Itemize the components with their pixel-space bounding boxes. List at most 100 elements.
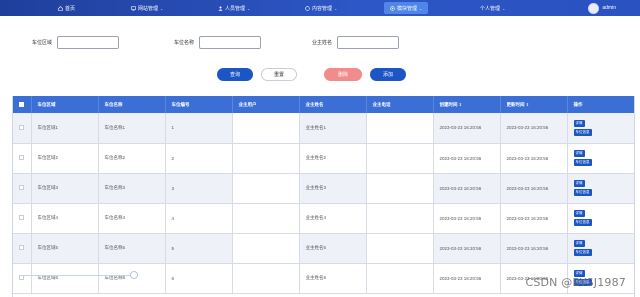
search-panel: 车位区域 车位名称 业主姓名 查询 重置 删除 添加 <box>12 26 634 86</box>
table-row[interactable]: 车位区域5 车位名称5 5 业主姓名5 2023-03-23 16:20:56 2023-… <box>13 233 634 264</box>
table-cell: 车位区域3 <box>31 173 99 204</box>
chevron-down-icon: ⌄ <box>502 5 506 11</box>
column-header: 操作 <box>567 96 634 113</box>
table-row[interactable]: 车位区域2 车位名称2 2 业主姓名2 2023-03-23 16:20:56 2023-… <box>13 143 634 174</box>
row-checkbox[interactable] <box>19 155 24 160</box>
row-checkbox[interactable] <box>19 185 24 190</box>
table-cell: 2023-03-23 16:20:56 <box>500 233 568 264</box>
row-select-cell[interactable] <box>13 113 32 144</box>
detail-button[interactable]: 详情 <box>573 150 585 157</box>
nav-people-manage[interactable]: 人员管理 ⌄ <box>218 0 250 16</box>
sort-icon: ⇕ <box>525 101 530 107</box>
table-cell: 5 <box>165 233 233 264</box>
area-input[interactable] <box>57 36 120 49</box>
avatar <box>588 2 600 14</box>
row-select-cell[interactable] <box>13 203 32 234</box>
table-cell: 2023-03-23 16:20:56 <box>433 203 501 234</box>
row-select-cell[interactable] <box>13 143 32 174</box>
top-navbar: 首页 网站管理 ⌄ 人员管理 ⌄ 内容管理 ⌄ 模块管理 ⌄ 个人管理 ⌄ ad… <box>0 0 640 16</box>
scroll-handle[interactable] <box>130 271 138 279</box>
row-select-cell[interactable] <box>13 233 32 264</box>
table-cell: 车位名称2 <box>98 143 166 174</box>
scroll-track <box>22 275 132 276</box>
data-table: 车位区域 车位名称 车位编号 业主用户 业主姓名 业主电话 创建时间 ⇕ 更新时… <box>12 96 635 297</box>
owner-input[interactable] <box>337 36 400 49</box>
table-cell: 2023-03-23 16:20:56 <box>500 113 568 144</box>
nav-label: 模块管理 <box>397 5 418 12</box>
table-cell: 车位区域6 <box>31 263 99 294</box>
table-cell: 2023-03-23 16:20:56 <box>433 173 501 204</box>
row-checkbox[interactable] <box>19 245 24 250</box>
search-field-area: 车位区域 <box>32 36 120 49</box>
chevron-down-icon: ⌄ <box>334 5 338 11</box>
table-row[interactable]: 车位区域1 车位名称1 1 业主姓名1 2023-03-23 16:20:56 2023-… <box>13 113 634 144</box>
nav-site-manage[interactable]: 网站管理 ⌄ <box>131 0 163 16</box>
row-checkbox[interactable] <box>19 215 24 220</box>
nav-label: 个人管理 <box>480 5 501 12</box>
select-all-checkbox[interactable] <box>19 101 24 107</box>
module-icon <box>390 5 395 11</box>
action-cell: 详情 车位信息 <box>567 143 634 174</box>
nav-label: 首页 <box>65 5 76 12</box>
table-row[interactable]: 车位区域4 车位名称4 4 业主姓名4 2023-03-23 16:20:56 2023-… <box>13 203 634 234</box>
detail-button[interactable]: 详情 <box>573 119 585 127</box>
edit-button[interactable]: 车位信息 <box>573 219 592 226</box>
table-row[interactable]: 车位区域3 车位名称3 3 业主姓名3 2023-03-23 16:20:56 2023-… <box>13 173 634 204</box>
table-cell: 业主姓名1 <box>299 113 367 144</box>
row-select-cell[interactable] <box>13 173 32 204</box>
column-header: 车位区域 <box>31 96 99 113</box>
sort-icon: ⇕ <box>458 101 463 107</box>
column-header-label: 创建时间 <box>439 101 458 107</box>
detail-button[interactable]: 详情 <box>573 210 585 217</box>
nav-module-manage[interactable]: 模块管理 ⌄ <box>384 2 429 14</box>
column-header-sortable[interactable]: 创建时间 ⇕ <box>433 96 501 113</box>
nav-label: 网站管理 <box>138 5 159 12</box>
edit-button[interactable]: 车位信息 <box>573 189 592 196</box>
row-checkbox[interactable] <box>19 124 24 130</box>
table-cell: 车位区域5 <box>31 233 99 264</box>
column-header: 车位编号 <box>165 96 233 113</box>
username: admin <box>602 5 616 11</box>
column-header: 业主姓名 <box>299 96 367 113</box>
query-button[interactable]: 查询 <box>217 68 253 81</box>
column-header: 业主电话 <box>366 96 434 113</box>
nav-home[interactable]: 首页 <box>58 0 75 16</box>
table-cell: 2023-03-23 16:20:56 <box>433 233 501 264</box>
table-cell <box>366 143 434 174</box>
row-select-cell[interactable] <box>13 263 32 294</box>
add-button[interactable]: 添加 <box>370 68 406 81</box>
detail-button[interactable]: 详情 <box>573 180 585 187</box>
column-header: 车位名称 <box>98 96 166 113</box>
column-header: 业主用户 <box>232 96 300 113</box>
table-cell: 车位名称5 <box>98 233 166 264</box>
table-cell: 2 <box>165 143 233 174</box>
column-header-sortable[interactable]: 更新时间 ⇕ <box>500 96 568 113</box>
user-menu[interactable]: admin <box>588 1 616 15</box>
field-label: 车位区域 <box>32 40 53 46</box>
content-icon <box>305 5 310 11</box>
select-all-cell[interactable] <box>13 96 32 113</box>
table-cell: 业主姓名4 <box>299 203 367 234</box>
column-header-label: 更新时间 <box>506 101 525 107</box>
name-input[interactable] <box>199 36 262 49</box>
table-cell: 2023-03-23 16:20:56 <box>433 143 501 174</box>
edit-button[interactable]: 车位信息 <box>573 249 592 256</box>
edit-button[interactable]: 车位信息 <box>573 159 592 166</box>
table-cell <box>232 203 300 234</box>
table-cell: 业主姓名6 <box>299 263 367 294</box>
detail-button[interactable]: 详情 <box>573 240 585 247</box>
delete-button[interactable]: 删除 <box>324 68 362 81</box>
nav-label: 内容管理 <box>312 5 333 12</box>
edit-button[interactable]: 车位信息 <box>573 128 592 136</box>
nav-personal-manage[interactable]: 个人管理 ⌄ <box>480 0 505 16</box>
table-cell <box>232 233 300 264</box>
reset-button[interactable]: 重置 <box>261 68 297 81</box>
table-cell: 4 <box>165 203 233 234</box>
table-cell: 2023-03-23 16:20:56 <box>433 113 501 144</box>
table-cell: 车位区域2 <box>31 143 99 174</box>
search-field-owner: 业主姓名 <box>312 36 400 49</box>
table-cell: 车位名称1 <box>98 113 166 144</box>
chevron-down-icon: ⌄ <box>247 5 251 11</box>
nav-content-manage[interactable]: 内容管理 ⌄ <box>305 0 337 16</box>
table-cell <box>366 113 434 144</box>
